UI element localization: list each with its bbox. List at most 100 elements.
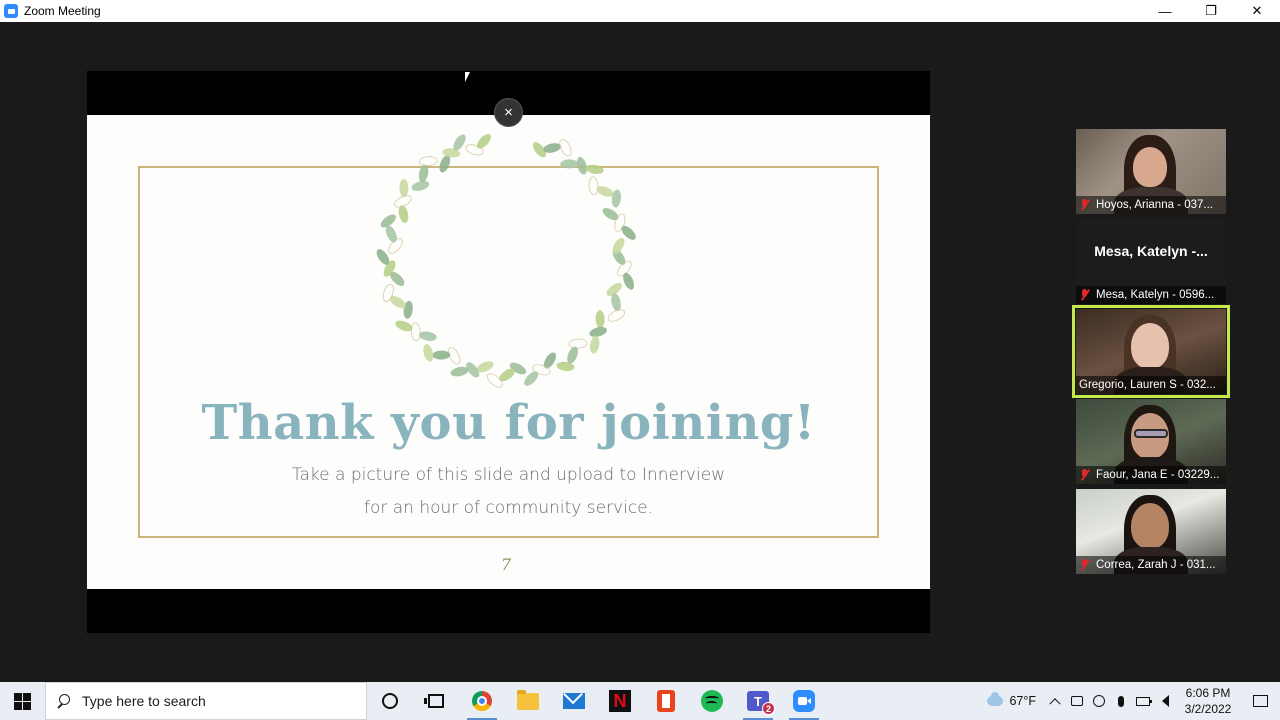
device-icon xyxy=(1071,696,1083,706)
wreath-leaf xyxy=(423,344,434,362)
file-explorer-taskbar-button[interactable] xyxy=(505,682,551,720)
wreath-leaf xyxy=(595,310,605,329)
tray-device-button[interactable] xyxy=(1066,682,1088,720)
chrome-taskbar-button[interactable] xyxy=(459,682,505,720)
security-icon xyxy=(1093,695,1105,707)
office-icon xyxy=(657,690,675,712)
muted-mic-icon xyxy=(1079,199,1091,211)
participant-label: Correa, Zarah J - 031... xyxy=(1076,556,1226,574)
zoom-app-icon xyxy=(4,4,18,18)
spotify-taskbar-button[interactable] xyxy=(689,682,735,720)
start-button[interactable] xyxy=(0,682,45,720)
cloud-icon xyxy=(987,692,1004,706)
windows-taskbar: Type here to search N T2 67°F 6:06 PM 3/… xyxy=(0,682,1280,720)
mail-taskbar-button[interactable] xyxy=(551,682,597,720)
wreath-leaf xyxy=(418,164,429,183)
wreath-leaf xyxy=(602,207,619,221)
presentation-slide: Thank you for joining! Take a picture of… xyxy=(87,115,930,589)
wreath-leaf xyxy=(418,331,437,341)
search-icon xyxy=(56,694,70,708)
weather-widget[interactable]: 67°F xyxy=(987,692,1036,708)
participant-name: Hoyos, Arianna - 037... xyxy=(1096,199,1213,211)
participant-tile[interactable]: Correa, Zarah J - 031... xyxy=(1076,489,1226,574)
notification-center-button[interactable] xyxy=(1240,682,1280,720)
screen-share-view: Thank you for joining! Take a picture of… xyxy=(87,71,930,633)
wreath-leaf xyxy=(623,272,635,290)
tray-battery-button[interactable] xyxy=(1132,682,1154,720)
window-title: Zoom Meeting xyxy=(24,4,101,18)
mouse-cursor-icon xyxy=(465,72,473,82)
window-titlebar: Zoom Meeting — ❐ ✕ xyxy=(0,0,1280,22)
participant-name: Faour, Jana E - 03229... xyxy=(1096,469,1220,481)
clock-time: 6:06 PM xyxy=(1185,686,1231,700)
wreath-leaf xyxy=(543,352,557,369)
chrome-icon xyxy=(472,691,492,711)
wreath-leaf xyxy=(432,350,451,360)
participant-tile[interactable]: Hoyos, Arianna - 037... xyxy=(1076,129,1226,214)
folder-icon xyxy=(517,689,539,710)
slide-subtitle-line2: for an hour of community service. xyxy=(363,498,654,518)
zoom-icon xyxy=(793,690,815,712)
participant-face xyxy=(1131,323,1169,369)
close-window-button[interactable]: ✕ xyxy=(1234,0,1280,22)
notification-icon xyxy=(1252,695,1268,707)
participant-display-name: Mesa, Katelyn -... xyxy=(1094,243,1208,259)
close-share-button[interactable]: × xyxy=(494,98,523,127)
wreath-leaf xyxy=(418,156,438,167)
participant-tile[interactable]: Faour, Jana E - 03229... xyxy=(1076,399,1226,484)
wreath-leaf xyxy=(410,322,421,342)
office-taskbar-button[interactable] xyxy=(643,682,689,720)
participant-label: Mesa, Katelyn - 0596... xyxy=(1076,286,1226,304)
clock-date: 3/2/2022 xyxy=(1184,702,1232,716)
wreath-leaf xyxy=(568,338,588,349)
participant-face xyxy=(1131,503,1169,549)
window-controls: — ❐ ✕ xyxy=(1142,0,1280,22)
windows-logo-icon xyxy=(14,692,31,710)
task-view-icon xyxy=(424,694,444,708)
participant-tile[interactable]: Mesa, Katelyn -... Mesa, Katelyn - 0596.… xyxy=(1076,219,1226,304)
muted-mic-icon xyxy=(1079,289,1091,301)
participant-label: Gregorio, Lauren S - 032... xyxy=(1076,376,1226,394)
netflix-taskbar-button[interactable]: N xyxy=(597,682,643,720)
restore-button[interactable]: ❐ xyxy=(1188,0,1234,22)
cortana-button[interactable] xyxy=(367,682,413,720)
taskbar-clock[interactable]: 6:06 PM 3/2/2022 xyxy=(1176,685,1240,717)
participant-tile-active-speaker[interactable]: Gregorio, Lauren S - 032... xyxy=(1072,305,1230,398)
leaf-wreath-graphic xyxy=(376,134,636,388)
cortana-icon xyxy=(382,693,398,709)
teams-taskbar-button[interactable]: T2 xyxy=(735,682,781,720)
participant-name: Gregorio, Lauren S - 032... xyxy=(1079,379,1216,391)
participant-name: Mesa, Katelyn - 0596... xyxy=(1096,289,1215,301)
microphone-icon xyxy=(1118,695,1124,707)
spotify-icon xyxy=(701,690,723,712)
wreath-leaf xyxy=(476,134,492,149)
muted-mic-icon xyxy=(1079,469,1091,481)
netflix-icon: N xyxy=(609,690,631,712)
glasses-graphic xyxy=(1134,429,1168,438)
zoom-taskbar-button[interactable] xyxy=(781,682,827,720)
slide-headline: Thank you for joining! xyxy=(201,395,816,451)
wreath-leaf xyxy=(588,176,599,196)
system-tray: 67°F 6:06 PM 3/2/2022 xyxy=(987,682,1280,720)
tray-security-button[interactable] xyxy=(1088,682,1110,720)
meeting-stage: Thank you for joining! Take a picture of… xyxy=(0,22,1280,682)
search-placeholder: Type here to search xyxy=(82,693,206,709)
slide-page-number: 7 xyxy=(501,555,512,574)
tray-microphone-button[interactable] xyxy=(1110,682,1132,720)
speaker-icon xyxy=(1161,695,1169,707)
participant-label: Faour, Jana E - 03229... xyxy=(1076,466,1226,484)
minimize-button[interactable]: — xyxy=(1142,0,1188,22)
taskbar-search-box[interactable]: Type here to search xyxy=(45,682,367,720)
chevron-up-icon xyxy=(1049,698,1061,710)
weather-temperature: 67°F xyxy=(1009,694,1036,708)
participant-label: Hoyos, Arianna - 037... xyxy=(1076,196,1226,214)
participant-face xyxy=(1133,147,1167,187)
wreath-leaf xyxy=(450,366,469,377)
task-view-button[interactable] xyxy=(413,682,459,720)
teams-icon: T2 xyxy=(747,691,775,715)
wreath-leaf xyxy=(590,335,600,354)
slide-subtitle-line1: Take a picture of this slide and upload … xyxy=(291,465,726,485)
show-hidden-icons-button[interactable] xyxy=(1044,682,1066,720)
teams-notification-badge: 2 xyxy=(762,702,775,715)
tray-volume-button[interactable] xyxy=(1154,682,1176,720)
